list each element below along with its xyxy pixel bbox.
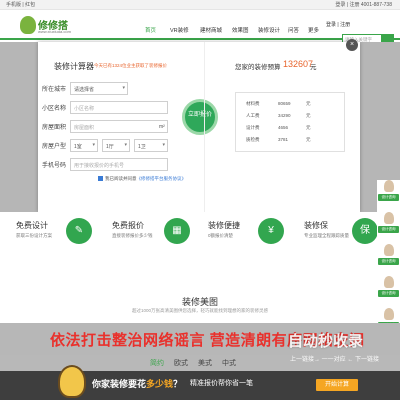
area-unit: m²: [159, 124, 165, 130]
logo-subtitle: www.xiuxiuda.com: [38, 29, 71, 34]
community-input[interactable]: 小区名称: [70, 101, 168, 114]
nav-item-home[interactable]: 首页: [145, 26, 156, 34]
consult-label: 设计咨询: [378, 194, 399, 201]
nav-item-design[interactable]: 装修设计: [258, 26, 280, 34]
site-logo[interactable]: 修修搭 www.xiuxiuda.com: [20, 16, 80, 36]
nav-item-qa[interactable]: 问答: [288, 26, 299, 34]
avatar: [384, 212, 394, 224]
feature-title: 装修便捷: [208, 221, 240, 230]
feature-desc: 获取三份设计方案: [16, 233, 52, 238]
calculator-title: 装修计算器: [54, 62, 94, 71]
feature-desc: 直接装修报价多少钱: [112, 233, 153, 238]
watermark-title: 自动秒收录: [288, 333, 364, 350]
yen-icon: ¥: [258, 218, 284, 244]
consult-item[interactable]: 设计咨询: [378, 244, 399, 274]
bee-mascot-icon: [58, 365, 86, 398]
agreement-row: 我已阅读并同意《修修搭平台服务协议》: [98, 176, 186, 182]
feature-desc: 专业监理全程跟踪质量: [304, 233, 349, 238]
promo-question-post: ？: [173, 379, 183, 389]
logo-mark-icon: [20, 16, 36, 34]
phone-label: 手机号码: [41, 163, 66, 169]
agree-checkbox[interactable]: [98, 176, 103, 182]
feature-convenient[interactable]: 装修便捷 0额报价清楚 ¥: [208, 218, 298, 264]
feature-title: 免费设计: [16, 221, 48, 230]
site-header: 修修搭 www.xiuxiuda.com 登录 | 注册 首页 VR装修 建材商…: [0, 10, 400, 44]
avatar: [384, 276, 394, 288]
cost-row: 质检费 3781 元: [246, 137, 336, 147]
budget-value: 132607: [283, 59, 314, 69]
cost-value: 3781: [278, 137, 289, 142]
watermark: 自动秒收录 上一链接→ 一一对应 ← 下一链接: [288, 330, 380, 374]
consult-label: 设计咨询: [378, 226, 399, 233]
gallery-subtitle: 超过1000万张高清美图供您选择，轻巧就能找到理想的家的装修灵感: [131, 308, 268, 313]
nav-item-mall[interactable]: 建材商城: [200, 26, 222, 34]
feature-free-design[interactable]: 免费设计 获取三份设计方案 ✎: [16, 218, 106, 264]
consult-item[interactable]: 设计咨询: [378, 212, 399, 242]
tab-american[interactable]: 美式: [198, 358, 212, 368]
agree-text: 我已阅读并同意: [105, 176, 137, 181]
promo-question: 你家装修要花多少钱？: [92, 377, 182, 390]
cost-label: 人工费: [246, 113, 260, 118]
tab-simple[interactable]: 简约: [150, 358, 164, 368]
area-input[interactable]: 房屋面积: [70, 120, 168, 133]
promo-question-pre: 你家装修要花: [92, 379, 147, 389]
budget-panel: 您家的装修预算 132607 元 材料费 80659 元 人工费 34290 元 设计费…: [204, 42, 360, 212]
cost-row: 材料费 80659 元: [246, 101, 336, 111]
watermark-links: 上一链接→ 一一对应 ← 下一链接: [290, 357, 380, 363]
nav-item-vr[interactable]: VR装修: [170, 26, 189, 34]
feature-desc: 0额报价清楚: [208, 233, 234, 238]
nav-item-more[interactable]: 更多: [308, 26, 319, 34]
top-bar-left-text[interactable]: 手机版 | 红包: [6, 1, 35, 8]
city-label: 所在城市: [41, 87, 66, 93]
area-label: 房屋面积: [41, 125, 66, 131]
phone-input[interactable]: 用于接收报价的手机号: [70, 158, 168, 171]
cost-value: 4656: [278, 125, 289, 130]
rooms-select[interactable]: 1室: [70, 139, 98, 152]
promo-question-highlight: 多少钱: [146, 379, 174, 389]
bottom-promo-bar: 你家装修要花多少钱？ 精准报价帮你省一笔 开始计算: [0, 365, 400, 400]
cost-value: 34290: [278, 113, 291, 118]
tab-european[interactable]: 欧式: [174, 358, 188, 368]
login-register-link[interactable]: 登录 | 注册: [326, 21, 350, 28]
cost-label: 质检费: [246, 137, 260, 142]
shield-icon: 保: [352, 218, 378, 244]
cost-label: 设计费: [246, 125, 260, 130]
halls-select[interactable]: 1厅: [102, 139, 130, 152]
cost-row: 设计费 4656 元: [246, 125, 336, 135]
avatar: [384, 244, 394, 256]
gallery-title: 装修美图: [181, 297, 218, 307]
start-calc-button[interactable]: 开始计算: [316, 379, 358, 391]
budget-unit: 元: [310, 64, 317, 71]
city-select[interactable]: 请选择省: [70, 82, 128, 95]
cost-unit: 元: [306, 137, 311, 142]
agreement-link[interactable]: 《修修搭平台服务协议》: [137, 176, 187, 181]
cost-unit: 元: [306, 125, 311, 130]
budget-label: 您家的装修预算: [235, 64, 281, 71]
top-bar-right-text[interactable]: 登录 | 注册 4001-887-738: [335, 1, 392, 8]
top-bar: 手机版 | 红包 登录 | 注册 4001-887-738: [0, 0, 400, 10]
calculator-modal: × 装修计算器 今天已有1324位业主获取了装修报价 所在城市 请选择省 小区名…: [38, 39, 360, 212]
nav-item-effects[interactable]: 效果图: [232, 26, 249, 34]
cost-label: 材料费: [246, 101, 260, 106]
features-row: 免费设计 获取三份设计方案 ✎ 免费报价 直接装修报价多少钱 ▦ 装修便捷 0额…: [0, 212, 400, 272]
consult-label: 设计咨询: [378, 258, 399, 265]
feature-title: 免费报价: [112, 221, 144, 230]
baths-select[interactable]: 1卫: [134, 139, 168, 152]
feature-free-quote[interactable]: 免费报价 直接装修报价多少钱 ▦: [112, 218, 202, 264]
cost-unit: 元: [306, 113, 311, 118]
community-label: 小区名称: [41, 106, 66, 112]
promo-subtext: 精准报价帮你省一笔: [190, 380, 253, 387]
layout-label: 房屋户型: [41, 144, 66, 150]
cost-breakdown: 材料费 80659 元 人工费 34290 元 设计费 4656 元 质检费 3781 元: [235, 92, 345, 152]
cost-value: 80659: [278, 101, 291, 106]
avatar: [384, 180, 394, 192]
tab-chinese[interactable]: 中式: [222, 358, 236, 368]
cost-unit: 元: [306, 101, 311, 106]
consult-item[interactable]: 设计咨询: [378, 180, 399, 210]
pencil-ruler-icon: ✎: [66, 218, 92, 244]
calculator-icon: ▦: [164, 218, 190, 244]
calculator-tip: 今天已有1324位业主获取了装修报价: [94, 63, 168, 68]
feature-title: 装修保: [304, 221, 328, 230]
cost-row: 人工费 34290 元: [246, 113, 336, 123]
